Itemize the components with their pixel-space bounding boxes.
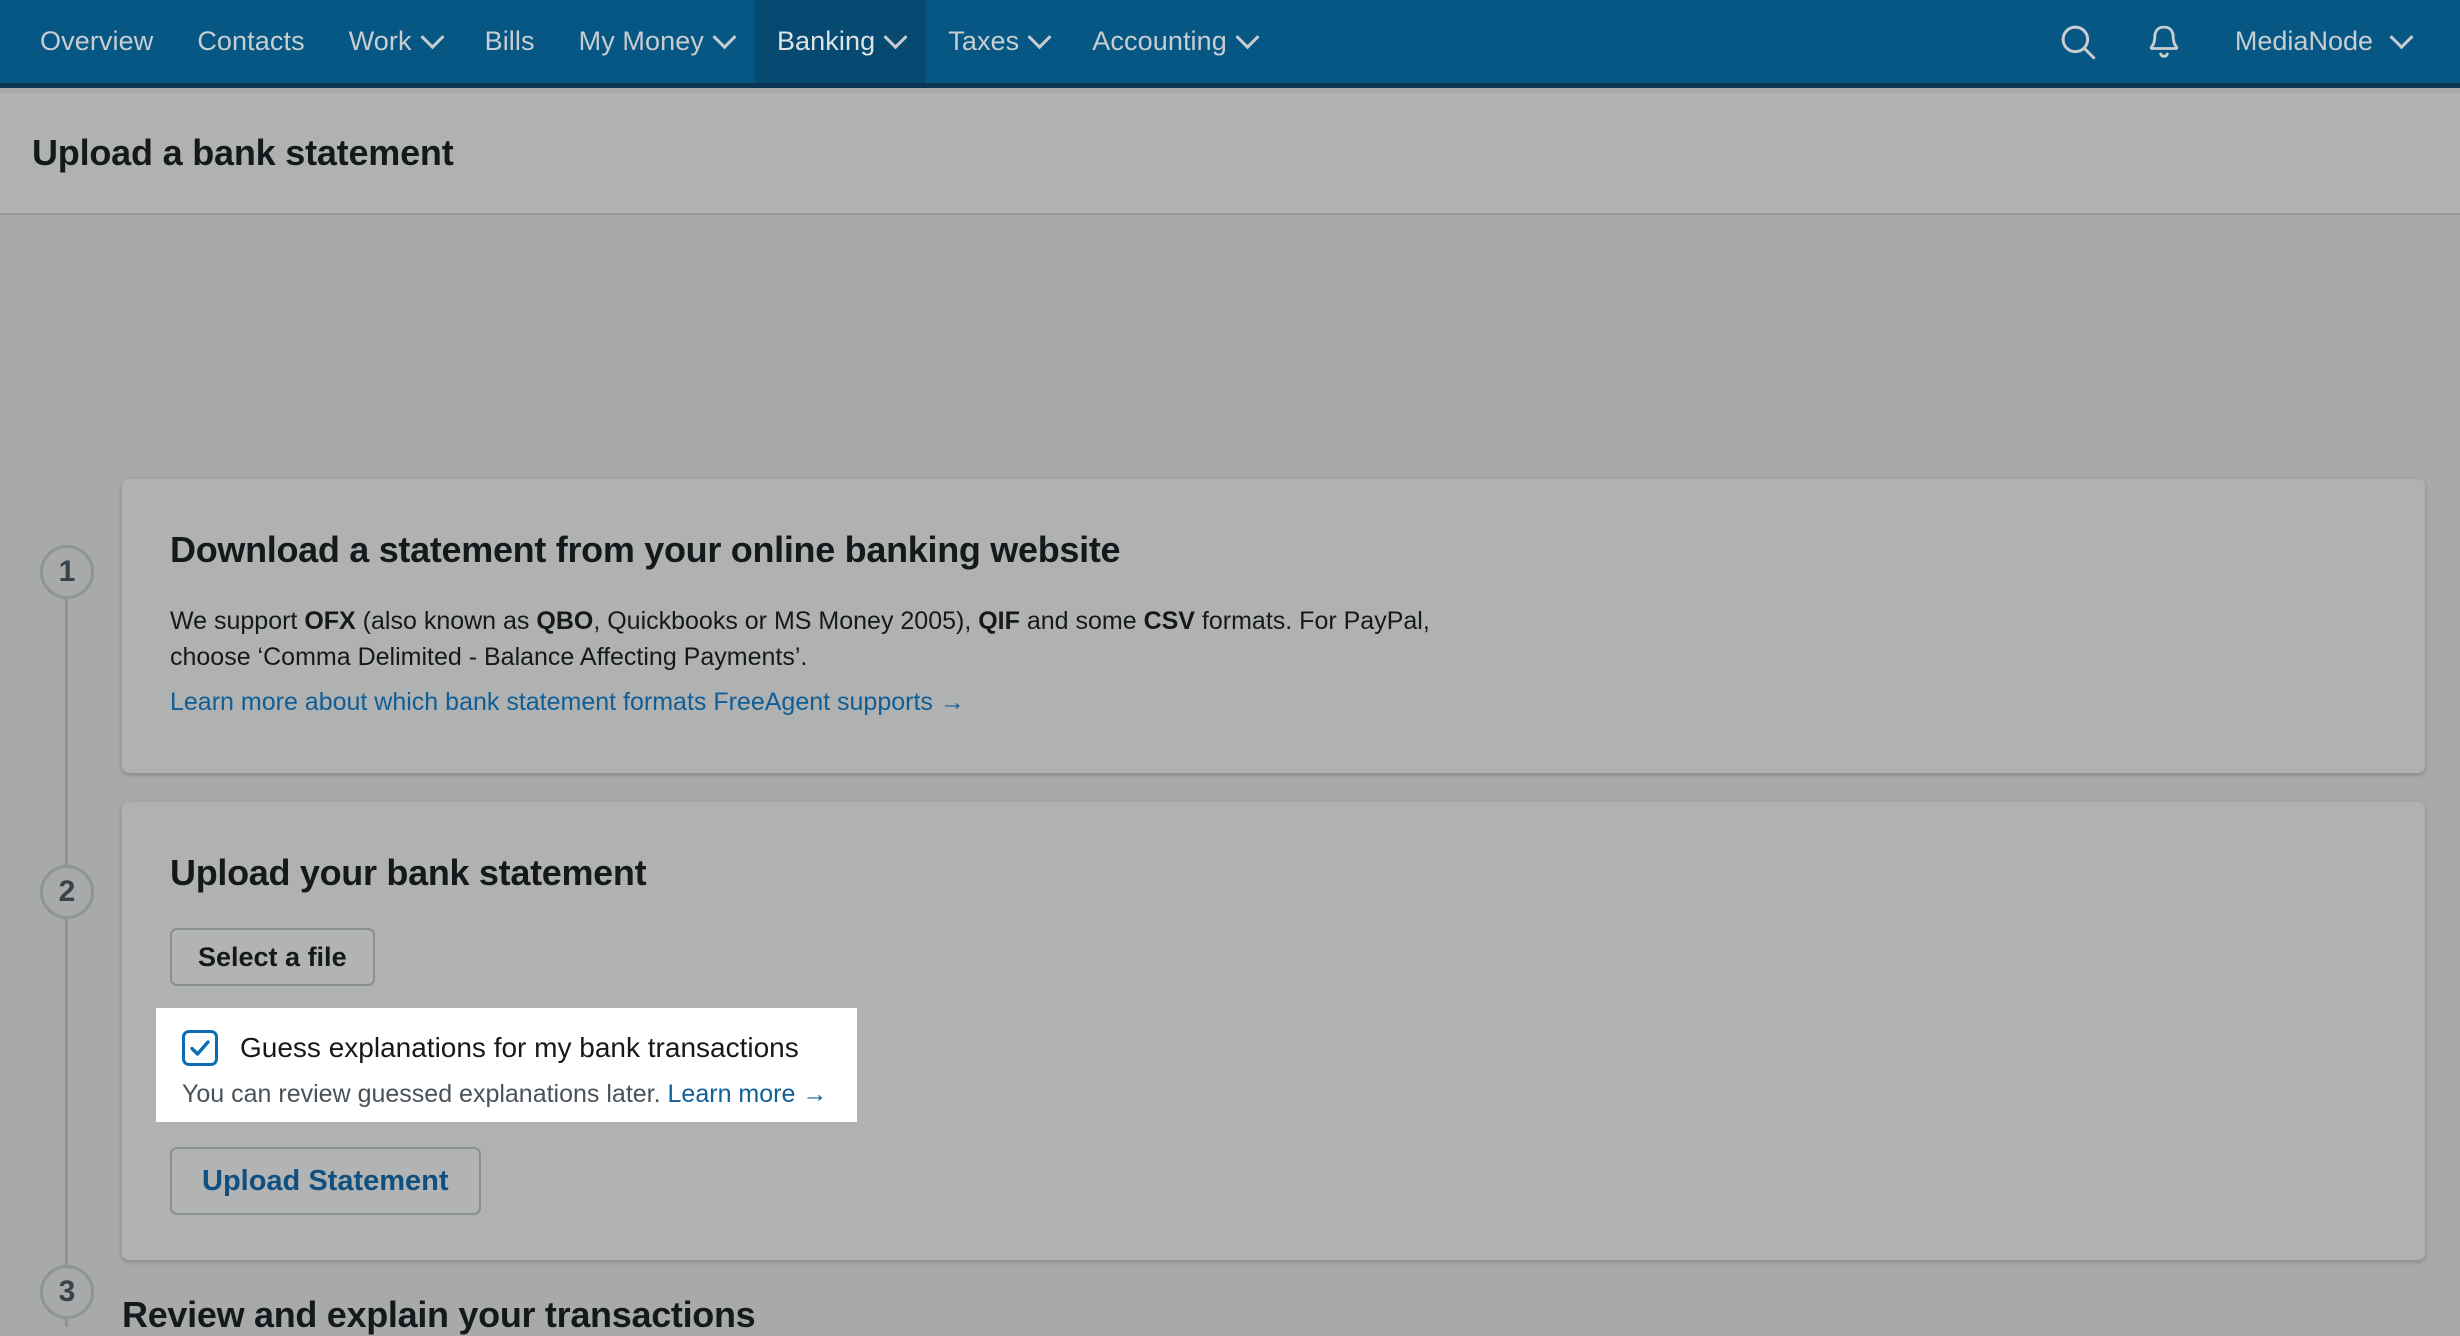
checkmark-icon bbox=[190, 1040, 210, 1056]
upload-statement-button[interactable]: Upload Statement bbox=[170, 1147, 481, 1215]
guess-explanations-panel: Guess explanations for my bank transacti… bbox=[156, 1008, 857, 1122]
chevron-down-icon bbox=[1027, 25, 1052, 50]
step-1-link-row: Learn more about which bank statement fo… bbox=[170, 688, 2377, 717]
guess-learn-more-link[interactable]: Learn more → bbox=[668, 1080, 828, 1108]
step-number-3: 3 bbox=[40, 1265, 94, 1319]
nav-item-banking[interactable]: Banking bbox=[754, 0, 927, 83]
nav-item-label: My Money bbox=[578, 26, 704, 56]
chevron-down-icon bbox=[1235, 25, 1260, 50]
guess-help-copy: You can review guessed explanations late… bbox=[182, 1080, 661, 1108]
guess-explanations-label: Guess explanations for my bank transacti… bbox=[240, 1032, 799, 1063]
nav-item-taxes[interactable]: Taxes bbox=[926, 0, 1070, 83]
nav-item-overview[interactable]: Overview bbox=[18, 0, 175, 83]
nav-item-label: Overview bbox=[40, 26, 154, 56]
guess-checkbox-row[interactable]: Guess explanations for my bank transacti… bbox=[182, 1030, 831, 1066]
step-2-heading: Upload your bank statement bbox=[170, 852, 647, 893]
step-number-2: 2 bbox=[40, 865, 94, 919]
chevron-down-icon bbox=[2389, 25, 2414, 50]
chevron-down-icon bbox=[712, 25, 737, 50]
step-1-description: We support OFX (also known as QBO, Quick… bbox=[170, 603, 1500, 676]
guess-explanations-checkbox[interactable] bbox=[182, 1030, 218, 1066]
formats-learn-more-link[interactable]: Learn more about which bank statement fo… bbox=[170, 688, 965, 716]
notifications-button[interactable] bbox=[2121, 0, 2207, 86]
primary-nav-items: Overview Contacts Work Bills My Money Ba… bbox=[0, 0, 1278, 83]
chevron-down-icon bbox=[420, 25, 445, 50]
user-menu-label: MediaNode bbox=[2234, 26, 2373, 56]
nav-item-bills[interactable]: Bills bbox=[463, 0, 557, 83]
desc-part-4: and some bbox=[1019, 607, 1144, 635]
nav-utility-area: MediaNode bbox=[2035, 0, 2460, 83]
select-a-file-button[interactable]: Select a file bbox=[170, 928, 375, 986]
nav-item-label: Banking bbox=[776, 26, 876, 56]
nav-item-accounting[interactable]: Accounting bbox=[1070, 0, 1278, 83]
nav-item-label: Taxes bbox=[948, 26, 1020, 56]
step-1-card-body: Download a statement from your online ba… bbox=[122, 479, 2425, 717]
nav-item-label: Contacts bbox=[197, 26, 305, 56]
format-qif: QIF bbox=[978, 607, 1020, 635]
search-button[interactable] bbox=[2035, 0, 2121, 86]
nav-item-label: Accounting bbox=[1092, 26, 1227, 56]
nav-item-label: Work bbox=[348, 26, 412, 56]
step-rail-connector bbox=[65, 547, 68, 1327]
upload-button-wrapper: Upload Statement bbox=[170, 1147, 481, 1215]
top-navigation-bar: Overview Contacts Work Bills My Money Ba… bbox=[0, 0, 2460, 88]
nav-item-contacts[interactable]: Contacts bbox=[175, 0, 326, 83]
desc-part-3: , Quickbooks or MS Money 2005), bbox=[593, 607, 979, 635]
page-title: Upload a bank statement bbox=[32, 132, 454, 173]
nav-item-my-money[interactable]: My Money bbox=[557, 0, 755, 83]
format-qbo: QBO bbox=[536, 607, 594, 635]
nav-item-label: Bills bbox=[484, 26, 535, 56]
step-3-heading: Review and explain your transactions bbox=[122, 1294, 756, 1335]
step-1-heading: Download a statement from your online ba… bbox=[170, 529, 1121, 570]
bell-icon bbox=[2149, 25, 2179, 58]
guess-explanations-help-text: You can review guessed explanations late… bbox=[182, 1080, 831, 1109]
page-title-bar: Upload a bank statement bbox=[0, 93, 2460, 215]
user-menu[interactable]: MediaNode bbox=[2207, 25, 2426, 57]
desc-part-1: We support bbox=[170, 607, 305, 635]
format-ofx: OFX bbox=[304, 607, 356, 635]
nav-item-work[interactable]: Work bbox=[327, 0, 463, 83]
chevron-down-icon bbox=[883, 25, 908, 50]
search-icon bbox=[2061, 25, 2096, 59]
step-2-card-body: Upload your bank statement Select a file bbox=[122, 802, 2425, 986]
main-content: 1 2 3 Download a statement from your onl… bbox=[0, 217, 2460, 1335]
desc-part-2: (also known as bbox=[355, 607, 537, 635]
step-1-card: Download a statement from your online ba… bbox=[122, 479, 2425, 773]
step-number-1: 1 bbox=[40, 545, 94, 599]
format-csv: CSV bbox=[1143, 607, 1195, 635]
